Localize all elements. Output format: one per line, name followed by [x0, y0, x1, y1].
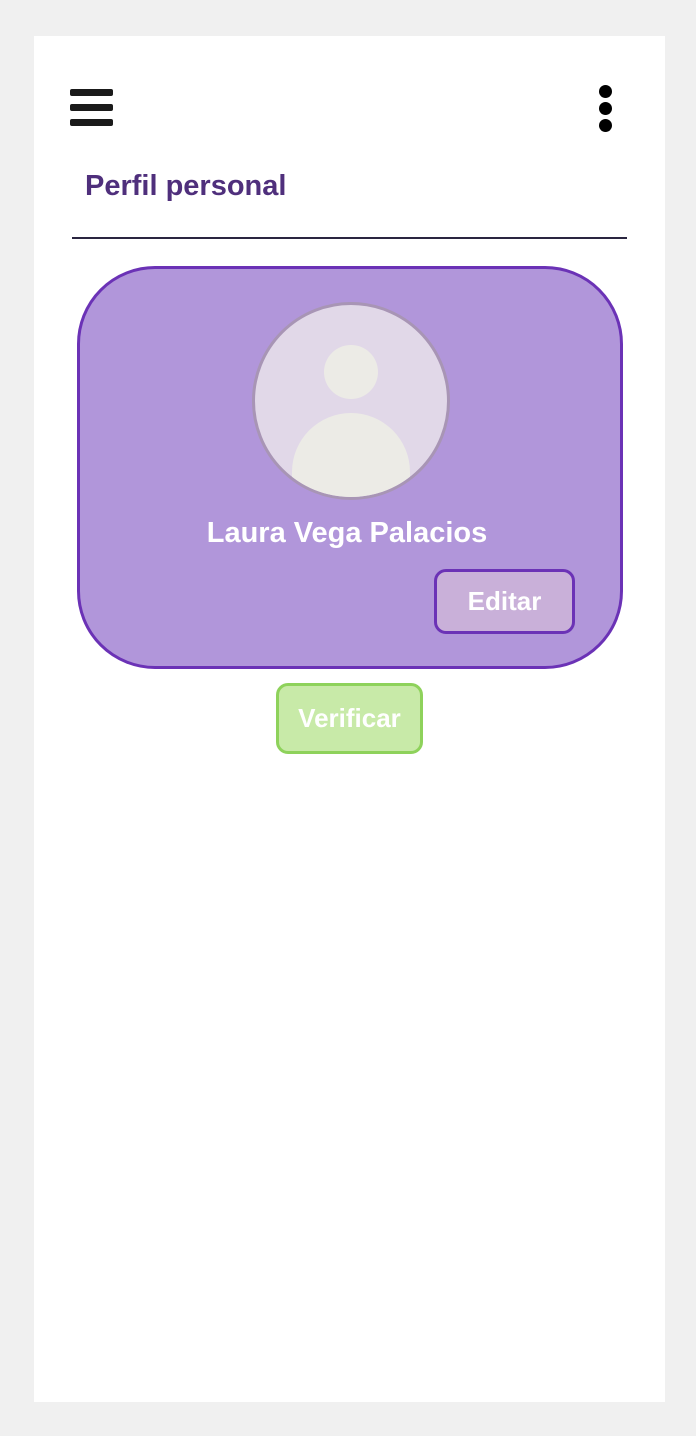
profile-card: Laura Vega Palacios Editar	[77, 266, 623, 669]
page-title: Perfil personal	[85, 170, 287, 202]
user-placeholder-icon	[252, 302, 450, 500]
avatar-body	[292, 413, 410, 497]
more-vertical-icon[interactable]	[596, 85, 616, 135]
verify-button[interactable]: Verificar	[276, 683, 423, 754]
profile-screen: Perfil personal Laura Vega Palacios Edit…	[34, 36, 665, 1402]
profile-name: Laura Vega Palacios	[206, 517, 488, 549]
header-divider	[72, 237, 627, 239]
hamburger-menu-icon[interactable]	[70, 89, 113, 129]
edit-button[interactable]: Editar	[434, 569, 575, 634]
avatar-head	[324, 345, 378, 399]
